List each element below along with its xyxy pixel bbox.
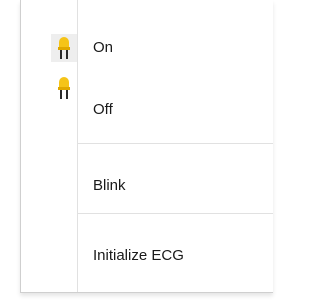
menu-item-blink[interactable]: Blink — [21, 164, 273, 208]
menu-item-initialize-ecg[interactable]: Initialize ECG — [21, 234, 273, 278]
menu-separator — [78, 213, 273, 214]
menu-item-off[interactable]: Off — [21, 77, 273, 132]
menu-separator — [78, 143, 273, 144]
menu-item-label: Initialize ECG — [93, 247, 184, 264]
led-on-icon — [51, 34, 77, 62]
menu-item-label: Off — [93, 101, 113, 118]
led-off-icon — [51, 74, 77, 102]
menu-item-label: On — [93, 39, 114, 56]
context-menu: On Off Blink Initialize ECG — [20, 0, 273, 293]
menu-item-label: Blink — [93, 177, 126, 194]
menu-item-on[interactable]: On — [21, 26, 273, 70]
